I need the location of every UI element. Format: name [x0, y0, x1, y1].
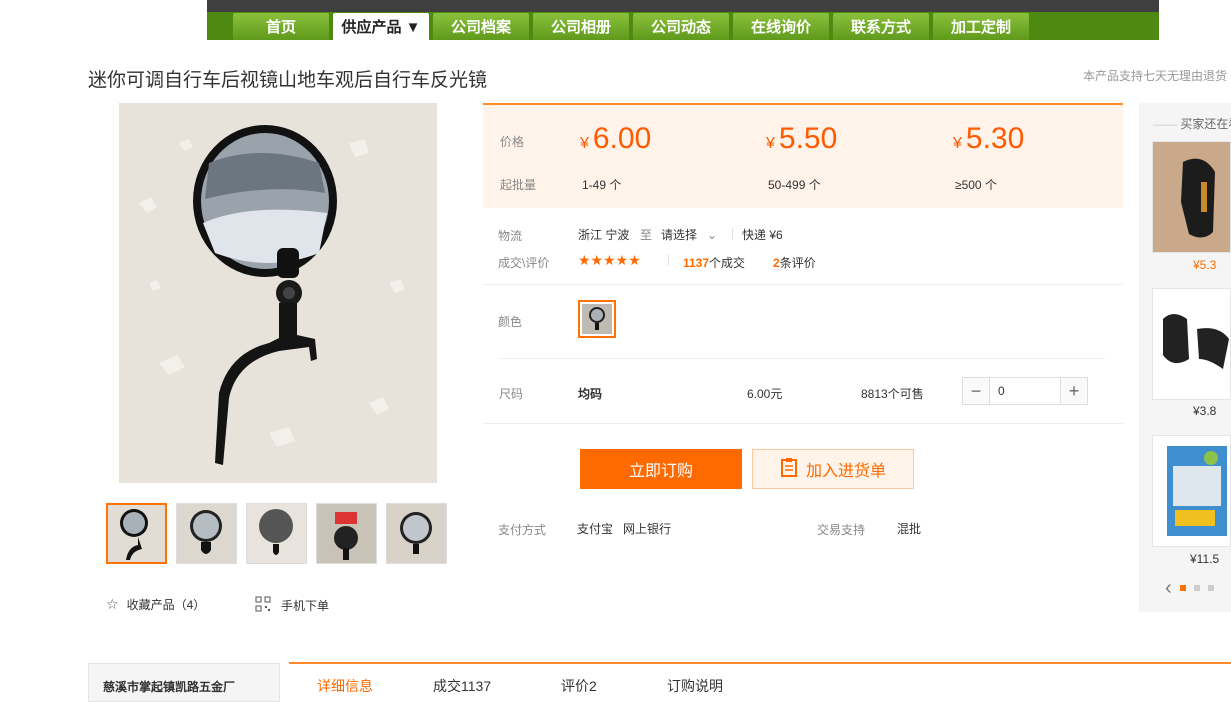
related-product-2[interactable]	[1152, 288, 1231, 400]
tier-price-1: ¥6.00	[580, 122, 652, 155]
thumbnail-5[interactable]	[386, 503, 447, 564]
color-option[interactable]	[578, 300, 616, 338]
divider-bar: |	[731, 226, 735, 240]
trade-support-label: 交易支持	[817, 523, 866, 537]
tab-order-notes[interactable]: 订购说明	[667, 676, 723, 696]
pager-dot-1[interactable]	[1179, 585, 1186, 591]
deals-count[interactable]: 1137个成交	[683, 254, 745, 271]
nav-custom[interactable]: 加工定制	[933, 13, 1029, 40]
express-fee: 快递 ¥6	[742, 228, 783, 242]
color-label: 颜色	[498, 315, 523, 329]
main-nav: 首页 供应产品 ▼ 公司档案 公司相册 公司动态 在线询价 联系方式 加工定制	[233, 13, 1029, 40]
destination-select[interactable]: 请选择 ⌄	[661, 226, 717, 243]
buy-now-button[interactable]: 立即订购	[580, 449, 742, 489]
thumbnail-2[interactable]	[176, 503, 237, 564]
related-price-2: ¥3.8	[1193, 404, 1217, 418]
tier-price-3: ¥5.30	[953, 122, 1025, 155]
thumbnail-strip	[106, 503, 447, 564]
thumbnail-4[interactable]	[316, 503, 377, 564]
divider	[499, 358, 1105, 359]
add-to-cart-button[interactable]: 加入进货单	[752, 449, 914, 489]
nav-inquiry[interactable]: 在线询价	[733, 13, 829, 40]
star-outline-icon: ☆	[106, 596, 119, 612]
payment-methods: 支付宝 网上银行	[577, 522, 672, 536]
nav-contact[interactable]: 联系方式	[833, 13, 929, 40]
related-price-3: ¥11.5	[1190, 552, 1220, 566]
stock-available: 8813个可售	[861, 387, 924, 401]
divider	[483, 423, 1123, 424]
related-price-1: ¥5.3	[1193, 258, 1217, 272]
tier-price-2: ¥5.50	[766, 122, 838, 155]
pager-dot-2[interactable]	[1193, 585, 1200, 591]
chevron-left-icon[interactable]: ‹	[1165, 578, 1172, 598]
favorite-label: 收藏产品（4）	[126, 598, 206, 612]
review-count[interactable]: 2条评价	[773, 254, 816, 271]
payment-label: 支付方式	[498, 523, 547, 537]
quantity-stepper: − 0 +	[962, 377, 1088, 405]
price-label: 价格	[500, 135, 525, 149]
size-value: 均码	[578, 387, 603, 401]
quantity-input[interactable]: 0	[989, 378, 1061, 404]
divider	[483, 284, 1123, 285]
nav-company-album[interactable]: 公司相册	[533, 13, 629, 40]
divider-bar-2: |	[667, 252, 671, 266]
clipboard-icon	[780, 457, 798, 482]
nav-company-profile[interactable]: 公司档案	[433, 13, 529, 40]
company-name[interactable]: 慈溪市掌起镇凯路五金厂	[88, 663, 280, 702]
decrement-button[interactable]: −	[963, 378, 989, 404]
related-product-1[interactable]	[1152, 141, 1231, 253]
related-pager: ‹	[1165, 578, 1214, 598]
favorite-product[interactable]: ☆ 收藏产品（4）	[106, 596, 205, 613]
main-product-image[interactable]	[119, 103, 437, 483]
mobile-order-label: 手机下单	[281, 599, 330, 613]
qr-code-icon	[255, 596, 271, 615]
mobile-order[interactable]: 手机下单	[255, 596, 329, 615]
logistics-label: 物流	[498, 229, 523, 243]
related-heading: —— 买家还在看	[1153, 117, 1231, 131]
logistics-to: 至	[640, 228, 653, 242]
thumbnail-1[interactable]	[106, 503, 167, 564]
tab-reviews[interactable]: 评价2	[561, 676, 597, 696]
add-to-cart-label: 加入进货单	[805, 463, 886, 480]
tab-deals[interactable]: 成交1137	[433, 676, 491, 696]
pager-dot-3[interactable]	[1207, 585, 1214, 591]
tier-range-2: 50-499 个	[768, 178, 821, 192]
tab-details[interactable]: 详细信息	[317, 676, 373, 696]
moq-label: 起批量	[500, 178, 537, 192]
product-title: 迷你可调自行车后视镜山地车观后自行车反光镜	[88, 70, 488, 91]
nav-company-news[interactable]: 公司动态	[633, 13, 729, 40]
thumbnail-3[interactable]	[246, 503, 307, 564]
nav-home[interactable]: 首页	[233, 13, 329, 40]
tier-range-3: ≥500 个	[955, 178, 997, 192]
deals-reviews-label: 成交\评价	[498, 256, 550, 270]
detail-tabs-bar	[289, 662, 1231, 702]
related-product-3[interactable]	[1152, 435, 1231, 547]
tier-range-1: 1-49 个	[582, 178, 622, 192]
chevron-down-icon: ⌄	[707, 228, 718, 242]
size-label: 尺码	[499, 387, 524, 401]
unit-price: 6.00元	[747, 387, 783, 401]
rating-stars: ★★★★★	[578, 252, 641, 268]
increment-button[interactable]: +	[1061, 378, 1087, 404]
logistics-origin: 浙江 宁波	[578, 228, 630, 242]
trade-support-value: 混批	[897, 522, 922, 536]
nav-products[interactable]: 供应产品 ▼	[333, 13, 429, 40]
return-policy-note: 本产品支持七天无理由退货	[1083, 69, 1228, 83]
